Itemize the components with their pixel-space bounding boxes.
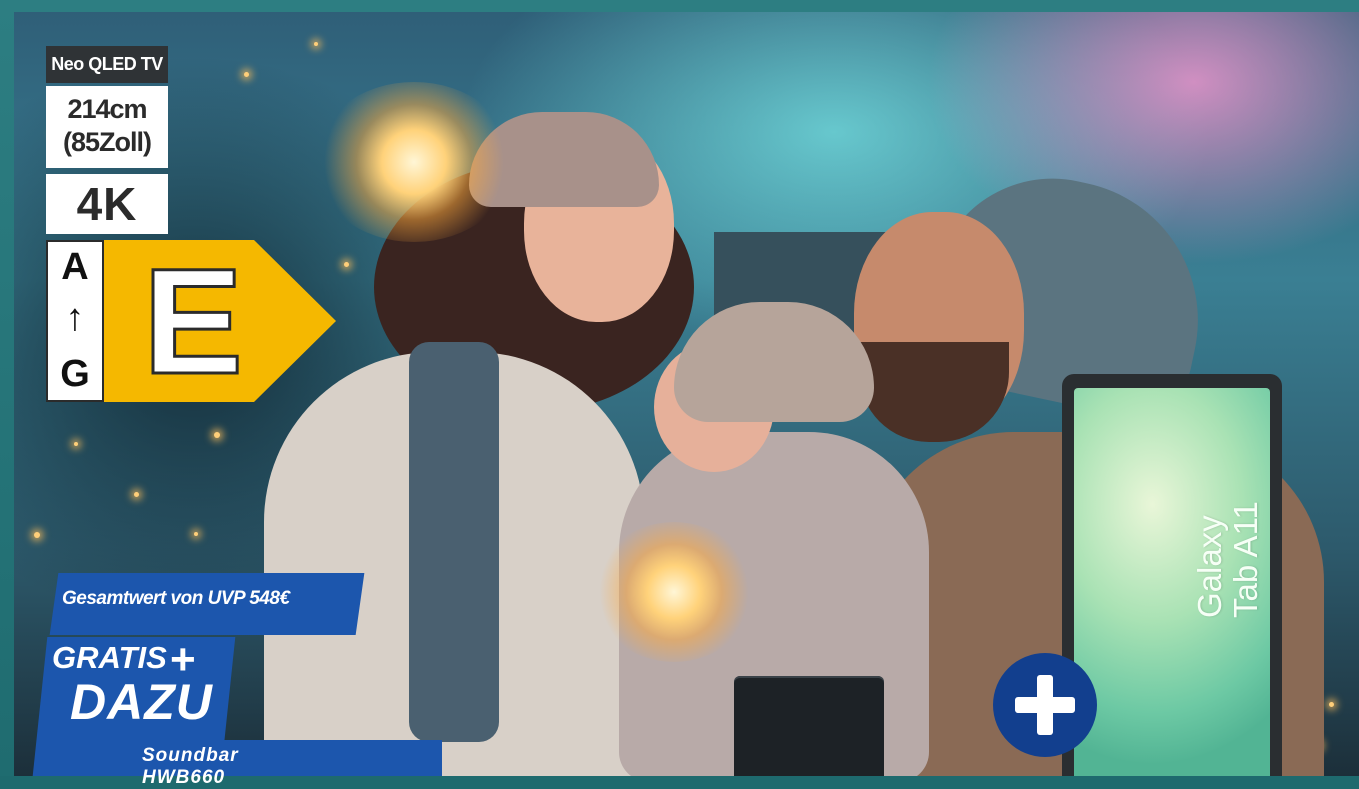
uvp-text: Gesamtwert von UVP 548€ [62, 588, 290, 609]
plus-icon [993, 653, 1097, 757]
tv-type-label: Neo QLED TV [46, 46, 168, 83]
tv-size-badge: 214cm (85Zoll) [46, 86, 168, 168]
soundbar-item-text: Soundbar HWB660 [142, 745, 239, 788]
energy-scale-top: A [61, 246, 89, 288]
energy-label: A ↑ G E [46, 237, 336, 405]
dazu-text: DAZU [70, 674, 213, 730]
resolution-badge: 4K [46, 174, 168, 234]
tablet-screen: Galaxy Tab A11 [1074, 388, 1270, 776]
tablet-line-2: Tab A11 [1227, 501, 1264, 618]
sparkler-bottom [594, 522, 754, 662]
sparkler-top [314, 82, 514, 242]
energy-scale-bottom: G [60, 353, 90, 395]
tv-size-inch: (85Zoll) [62, 127, 152, 157]
energy-scale-arrow-icon: ↑ [65, 297, 85, 339]
tv-size-cm: 214cm [67, 94, 147, 124]
man-beard [859, 342, 1009, 442]
energy-scale: A ↑ G [46, 240, 104, 402]
gratis-text: GRATIS [52, 640, 167, 675]
energy-rating-letter: E [141, 237, 244, 405]
tablet-wordmark: Galaxy Tab A11 [1191, 398, 1264, 618]
woman-scarf [409, 342, 499, 742]
tablet-line-1: Galaxy [1191, 515, 1228, 618]
soundbar-product-image [734, 676, 884, 776]
